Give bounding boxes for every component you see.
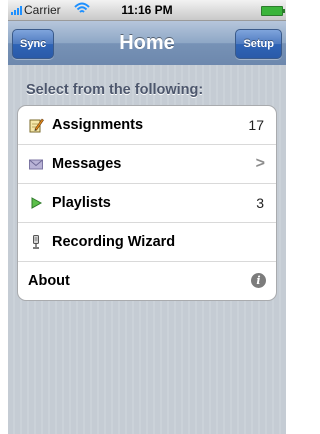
phone-screen: Carrier 11:16 PM Sync Home Setup Select …	[0, 0, 294, 434]
status-time: 11:16 PM	[121, 3, 173, 17]
list-item-recording-wizard[interactable]: Recording Wizard	[18, 223, 276, 262]
list-item-label: Recording Wizard	[52, 234, 176, 250]
menu-list: Assignments 17 Messages > Playlists 3 Re…	[17, 105, 277, 301]
list-item-label: About	[28, 273, 70, 289]
playlists-count: 3	[256, 195, 264, 211]
list-item-messages[interactable]: Messages >	[18, 145, 276, 184]
play-triangle-icon	[31, 197, 43, 209]
envelope-icon	[29, 159, 43, 170]
main-content: Select from the following: Assignments 1…	[8, 65, 286, 434]
setup-button[interactable]: Setup	[235, 29, 282, 59]
list-item-label: Messages	[52, 156, 122, 172]
list-item-about[interactable]: About i	[18, 262, 276, 300]
status-bar: Carrier 11:16 PM	[8, 0, 286, 21]
info-icon[interactable]: i	[251, 273, 266, 288]
list-item-label: Playlists	[52, 195, 111, 211]
pencil-notepad-icon	[29, 118, 44, 133]
microphone-icon	[33, 235, 39, 249]
list-item-label: Assignments	[52, 117, 144, 133]
list-item-assignments[interactable]: Assignments 17	[18, 106, 276, 145]
battery-icon	[261, 6, 285, 16]
chevron-right-icon: >	[255, 155, 265, 172]
section-header: Select from the following:	[26, 82, 204, 98]
list-item-playlists[interactable]: Playlists 3	[18, 184, 276, 223]
assignments-count: 17	[248, 117, 264, 133]
navigation-bar: Sync Home Setup	[8, 21, 286, 66]
